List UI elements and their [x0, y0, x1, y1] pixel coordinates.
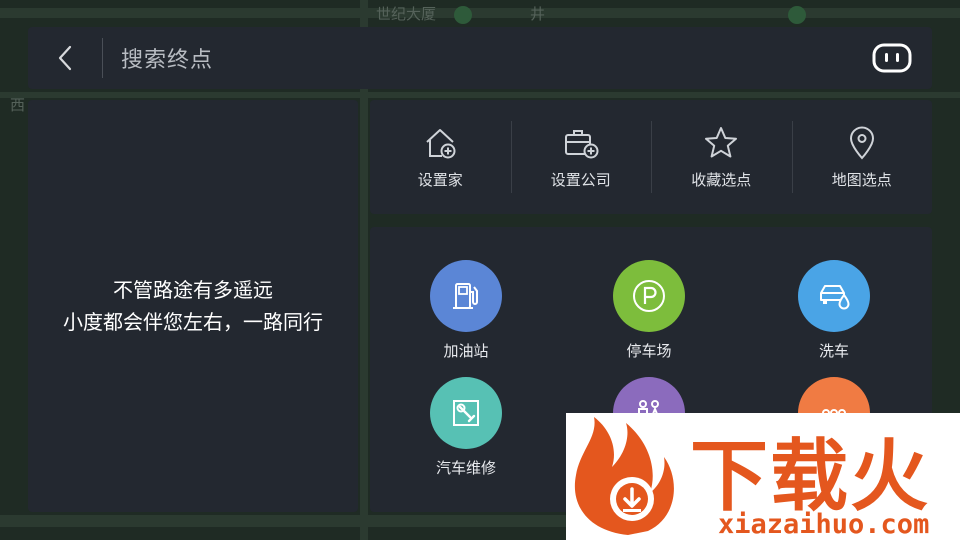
map-label: 井	[530, 5, 546, 23]
set-home-button[interactable]: 设置家	[370, 100, 511, 214]
watermark-url: xiazaihuo.com	[718, 509, 930, 540]
category-label: 汽车维修	[435, 459, 496, 477]
map-poi-icon	[788, 6, 806, 24]
home-add-icon	[426, 128, 456, 158]
favorites-label: 收藏选点	[691, 170, 752, 189]
favorites-button[interactable]: 收藏选点	[651, 100, 792, 214]
search-input[interactable]: 搜索终点	[103, 27, 852, 89]
search-bar: 搜索终点	[28, 27, 932, 89]
category-car-repair[interactable]: 汽车维修	[391, 377, 541, 478]
category-circle	[798, 260, 870, 332]
category-label: 停车场	[626, 342, 672, 360]
category-circle	[613, 260, 685, 332]
map-label: 西	[10, 96, 26, 114]
star-icon	[705, 126, 738, 157]
set-company-label: 设置公司	[550, 170, 611, 189]
category-gas-station[interactable]: 加油站	[391, 260, 541, 361]
map-poi-icon	[454, 6, 472, 24]
map-pick-button[interactable]: 地图选点	[791, 100, 933, 214]
category-circle	[430, 260, 502, 332]
watermark-logo: 下载火 xiazaihuo.com	[566, 413, 960, 540]
parking-icon	[633, 280, 665, 312]
voice-assistant-button[interactable]	[852, 27, 932, 89]
category-label: 加油站	[443, 342, 489, 360]
tip-line: 不管路途有多遥远	[113, 278, 273, 302]
category-parking[interactable]: 停车场	[574, 260, 724, 361]
briefcase-add-icon	[564, 129, 599, 158]
fuel-pump-icon	[453, 283, 478, 309]
quick-actions-panel: 设置家 设置公司 收藏选点 地图选点	[370, 100, 932, 214]
chevron-left-icon	[58, 45, 72, 71]
map-pick-label: 地图选点	[831, 170, 892, 189]
tip-panel: 不管路途有多遥远 小度都会伴您左右，一路同行	[28, 100, 358, 512]
assistant-face-icon	[872, 43, 912, 73]
car-wash-icon	[820, 285, 850, 310]
wrench-icon	[453, 400, 479, 426]
map-pin-icon	[849, 126, 874, 159]
set-company-button[interactable]: 设置公司	[510, 100, 652, 214]
back-button[interactable]	[28, 27, 102, 89]
category-circle	[430, 377, 502, 449]
set-home-label: 设置家	[417, 170, 463, 189]
tip-line: 小度都会伴您左右，一路同行	[63, 310, 323, 334]
map-label: 世纪大厦	[376, 5, 437, 23]
category-car-wash[interactable]: 洗车	[759, 260, 909, 361]
category-label: 洗车	[818, 342, 849, 360]
